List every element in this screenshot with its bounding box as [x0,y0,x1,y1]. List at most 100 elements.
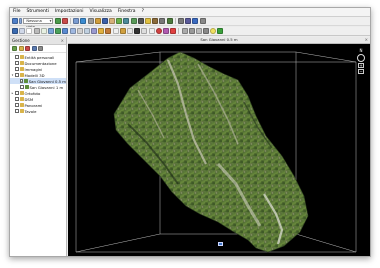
zoom-icon[interactable] [76,28,83,34]
section-icon[interactable] [141,28,148,34]
profile-icon[interactable] [185,18,192,24]
menu-file[interactable]: File [10,8,24,16]
checkbox[interactable] [15,61,19,65]
cut-icon[interactable] [195,28,202,34]
draw-icon[interactable] [105,28,112,34]
target-icon[interactable] [101,18,108,24]
filter-icon[interactable] [55,28,62,34]
close-icon[interactable]: × [365,37,368,43]
slope-icon[interactable] [188,28,195,34]
checkbox[interactable] [15,73,19,77]
ruler-icon[interactable] [119,28,126,34]
menu-help[interactable]: ? [139,8,147,16]
area-icon[interactable] [170,28,177,34]
checkbox[interactable] [15,55,19,59]
texture-icon[interactable] [152,18,159,24]
export-icon[interactable] [203,28,210,34]
redo-icon[interactable] [33,28,40,34]
color-icon[interactable] [217,28,224,34]
frame-icon[interactable] [127,28,133,34]
volume-icon[interactable] [181,28,188,34]
save-icon[interactable] [12,28,18,34]
compass-icon[interactable] [357,54,365,62]
pointer-icon[interactable] [26,28,33,34]
model-icon [24,85,29,89]
close-icon[interactable]: × [61,38,64,43]
select-icon[interactable] [19,28,26,34]
tree-item-label: Panorami [24,102,43,108]
wireframe-icon[interactable] [159,18,166,24]
checkbox[interactable] [15,109,19,113]
project-icon[interactable] [12,18,18,24]
bounding-box-edge [75,51,161,63]
photo-icon[interactable] [130,18,137,24]
info-icon[interactable] [192,18,199,24]
folder-icon[interactable] [18,46,24,51]
light-icon[interactable] [210,28,217,34]
menu-bar: File Strumenti Impostazioni Visualizza F… [10,8,370,17]
rotate-icon[interactable] [83,28,90,34]
fly-icon[interactable] [91,28,98,34]
polygon-icon[interactable] [112,28,119,34]
bounding-box-edge [75,233,161,253]
layers-icon[interactable] [73,18,80,24]
folder-icon [19,97,24,101]
remove-view-icon[interactable] [61,18,68,24]
bounding-box-icon[interactable] [148,28,155,34]
properties-icon[interactable] [31,46,37,51]
menu-window[interactable]: Finestra [115,8,139,16]
folder-icon [19,73,24,77]
image-icon[interactable] [94,18,101,24]
checkbox[interactable] [20,85,24,89]
viewport-tab[interactable]: San Giovanni 0.5 m × [68,37,370,44]
tree-item-label: San Giovanni 1 m [29,84,64,90]
add-view-icon[interactable] [54,18,61,24]
tree-item-label: Ortofoto [24,90,41,96]
menu-view[interactable]: Visualizza [87,8,115,16]
terrain-scene[interactable] [68,44,370,256]
model-icon [24,79,28,83]
view-select[interactable]: Nessuna vista ▾ [23,18,54,29]
3d-viewport[interactable]: San Giovanni 0.5 m × N + − [68,37,370,256]
tree-item-label: DSM [24,96,34,102]
lighting-icon[interactable] [145,18,151,24]
layer-add-icon[interactable] [47,28,54,34]
zoom-out-button[interactable]: − [358,69,364,74]
tree-item[interactable]: Tavole [10,108,66,114]
orbit-icon[interactable] [62,28,69,34]
checkbox[interactable] [15,103,19,107]
sphere-icon[interactable] [155,28,162,34]
tree-item-label: Documentazione [24,60,57,66]
checkbox[interactable] [15,67,19,71]
menu-settings[interactable]: Impostazioni [52,8,87,16]
scale-marker-icon [218,242,223,246]
hand-icon[interactable] [109,18,116,24]
measure-icon[interactable] [177,18,184,24]
refresh-icon[interactable] [38,46,43,51]
dropdown-icon[interactable] [19,18,23,24]
checkbox[interactable] [15,97,19,101]
mesh-icon[interactable] [123,18,130,24]
north-icon[interactable] [134,28,141,34]
camera-icon[interactable] [137,18,144,24]
delete-icon[interactable] [25,46,30,51]
walk-icon[interactable] [98,28,105,34]
add-icon[interactable] [12,46,17,51]
zoom-in-button[interactable]: + [358,63,364,68]
settings-icon[interactable] [199,18,206,24]
globe-icon[interactable] [80,18,87,24]
expander-icon[interactable]: ▸ [11,91,14,95]
folder-icon [19,55,24,59]
tools-toolbar [10,27,370,36]
grid-icon[interactable] [87,18,94,24]
menu-tools[interactable]: Strumenti [24,8,52,16]
checkbox[interactable] [15,91,19,95]
terrain-icon[interactable] [166,18,173,24]
checked-icon[interactable] [40,28,47,34]
expander-icon[interactable]: ▾ [11,73,14,77]
brush-icon[interactable] [162,28,169,34]
project-panel: Gestione × Entità personali Documentazio… [10,37,67,256]
checkbox[interactable]: ✓ [19,79,23,83]
pointcloud-icon[interactable] [116,18,123,24]
pan-icon[interactable] [69,28,76,34]
